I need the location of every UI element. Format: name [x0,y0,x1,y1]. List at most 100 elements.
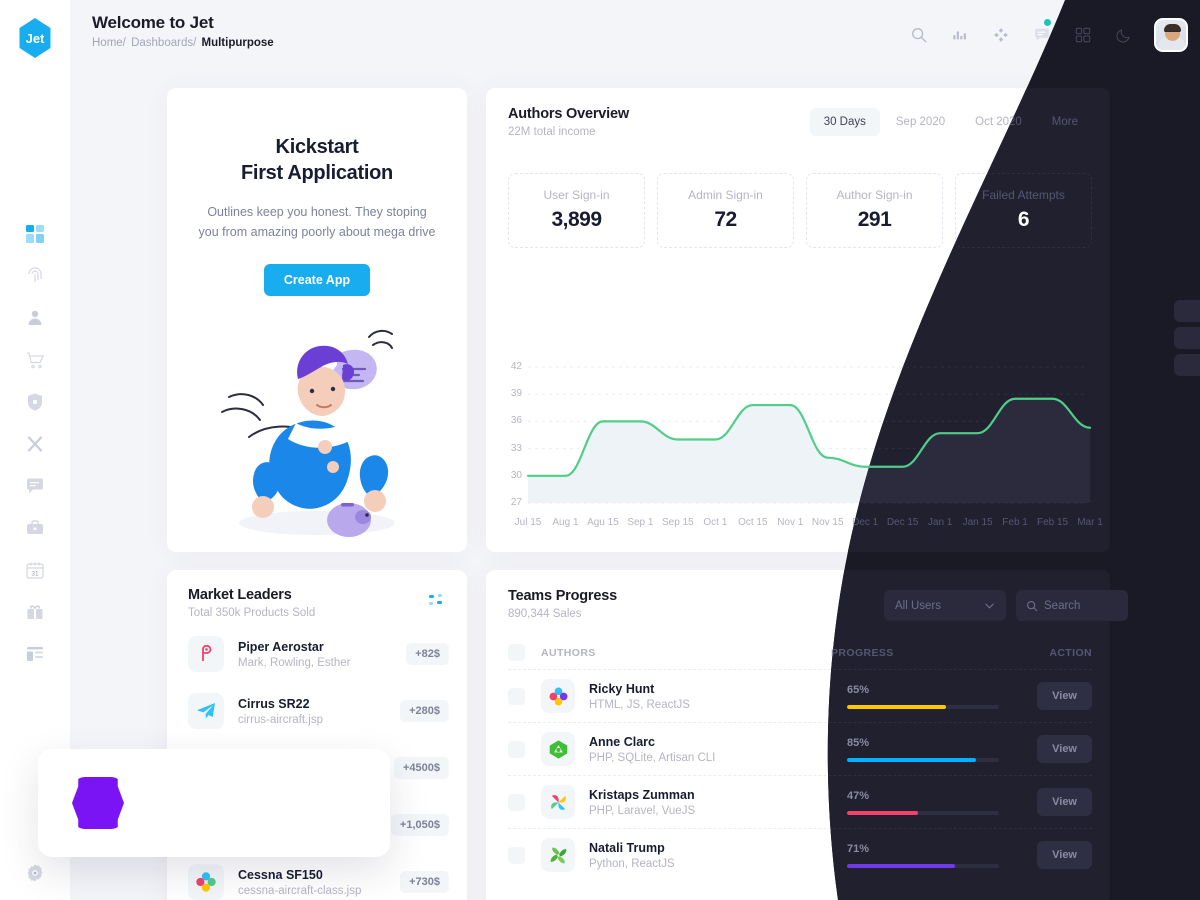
natali-logo [541,838,575,872]
sidebar-item-cart[interactable] [24,349,46,371]
sidebar-item-dashboard[interactable] [24,223,46,245]
view-button[interactable]: View [1037,682,1092,710]
rail-tab-explore[interactable] [1174,300,1200,322]
x-axis-tick: Jan 1 [927,517,953,528]
market-row[interactable]: Cirrus SR22 cirrus-aircraft.jsp +280$ [188,689,449,733]
x-axis-tick: Aug 1 [552,517,579,528]
select-all-checkbox[interactable] [508,644,525,661]
user-avatar[interactable] [1154,18,1188,52]
action-cell: View [999,735,1092,763]
kristaps-logo [541,785,575,819]
stat-label: User Sign-in [543,188,610,202]
search-icon[interactable] [908,24,930,46]
sidebar-item-briefcase[interactable] [24,517,46,539]
avatar-glasses [1165,31,1179,36]
rail-tab-buy-now[interactable] [1174,354,1200,376]
view-button[interactable]: View [1037,788,1092,816]
drag-move-icon[interactable] [990,24,1012,46]
stat-value: 3,899 [551,208,602,231]
stat-label: Author Sign-in [836,188,913,202]
progress-bar [847,811,999,815]
stat-value: 291 [857,208,892,231]
market-row-name: Cessna SF150 [238,867,323,882]
app-logo[interactable]: Jet [19,18,51,58]
notification-badge [1044,19,1051,26]
market-row-text: Piper Aerostar Mark, Rowling, Esther [238,640,406,669]
market-subtitle: Total 350k Products Sold [188,607,316,619]
market-row-amount: +82$ [406,643,449,665]
col-authors: AUTHORS [541,646,596,659]
sidebar-item-layout[interactable] [24,643,46,665]
market-row[interactable]: Cessna SF150 cessna-aircraft-class.jsp +73… [188,860,449,900]
market-row-desc: cessna-aircraft-class.jsp [238,884,362,897]
grid-apps-icon[interactable] [1072,24,1094,46]
authors-header: Authors Overview 22M total income [508,106,629,138]
sidebar-item-settings[interactable] [24,862,46,884]
team-member: Kristaps Zumman PHP, Laravel, VueJS [589,788,847,817]
team-member: Anne Clarc PHP, SQLite, Artisan CLI [589,735,847,764]
teams-title: Teams Progress [508,588,617,604]
teams-search-placeholder: Search [1044,599,1081,612]
breadcrumb-home[interactable]: Home/ [92,37,126,49]
row-checkbox[interactable] [508,687,525,705]
stat-admin-signin: Admin Sign-in 72 [657,173,794,248]
dots-grid-icon[interactable] [429,594,445,615]
x-axis-tick: Nov 15 [811,517,844,528]
sidebar-item-fingerprint[interactable] [24,265,46,287]
team-member-name: Natali Trump [589,840,665,855]
y-axis-tick: 27 [510,497,522,508]
x-axis-tick: Mar 1 [1077,517,1103,528]
kickstart-title: Kickstart First Application [167,134,467,187]
team-member-role: HTML, JS, ReactJS [589,698,690,711]
teams-search[interactable]: Search [1016,590,1128,621]
col-progress: PROGRESS [831,646,894,659]
team-member-name: Anne Clarc [589,734,655,749]
y-axis-tick: 42 [510,361,522,372]
team-member-name: Kristaps Zumman [589,787,695,802]
progress-cell: 47% [847,790,999,815]
piper-logo [188,636,224,672]
tab-more[interactable]: More [1038,108,1092,136]
view-button[interactable]: View [1037,841,1092,869]
market-row[interactable]: Piper Aerostar Mark, Rowling, Esther +82$ [188,632,449,676]
tab-30-days[interactable]: 30 Days [809,108,880,136]
bootstrap-badge [38,749,390,857]
kickstart-title-line2: First Application [241,162,393,185]
market-row-name: Cirrus SR22 [238,696,310,711]
create-app-button[interactable]: Create App [263,263,371,296]
sidebar-item-tools[interactable] [24,433,46,455]
chevron-down-icon [984,600,995,611]
progress-bar-fill [847,864,955,868]
side-rail [1174,300,1200,376]
rail-tab-help[interactable] [1174,327,1200,349]
team-member-role: PHP, SQLite, Artisan CLI [589,751,716,764]
sidebar-item-gift[interactable] [24,601,46,623]
breadcrumb-dashboards[interactable]: Dashboards/ [131,37,196,49]
sidebar-item-security[interactable] [24,391,46,413]
search-icon [1026,600,1038,612]
authors-subtitle: 22M total income [508,126,596,138]
row-checkbox[interactable] [508,740,525,758]
bar-chart-icon[interactable] [949,24,971,46]
sidebar-item-calendar[interactable]: 31 [24,559,46,581]
team-member: Natali Trump Python, ReactJS [589,841,847,870]
row-checkbox[interactable] [508,793,525,811]
tab-sep-2020[interactable]: Sep 2020 [882,108,959,136]
y-axis-tick: 36 [510,415,522,427]
team-member-role: PHP, Laravel, VueJS [589,804,696,817]
moon-dark-mode-icon[interactable] [1113,24,1135,46]
user-filter-select[interactable]: All Users [884,590,1006,621]
teams-subtitle: 890,344 Sales [508,608,582,620]
sidebar-item-user[interactable] [24,307,46,329]
y-axis-tick: 30 [510,469,522,481]
x-axis-tick: Feb 15 [1036,517,1069,528]
market-row-amount: +730$ [400,871,449,893]
kickstart-illustration [167,327,467,542]
progress-bar [847,864,999,868]
view-button[interactable]: View [1037,735,1092,763]
progress-bar-fill [847,811,918,815]
progress-bar-fill [847,758,976,762]
row-checkbox[interactable] [508,846,525,864]
ricky-logo [541,679,575,713]
sidebar-item-chat[interactable] [24,475,46,497]
